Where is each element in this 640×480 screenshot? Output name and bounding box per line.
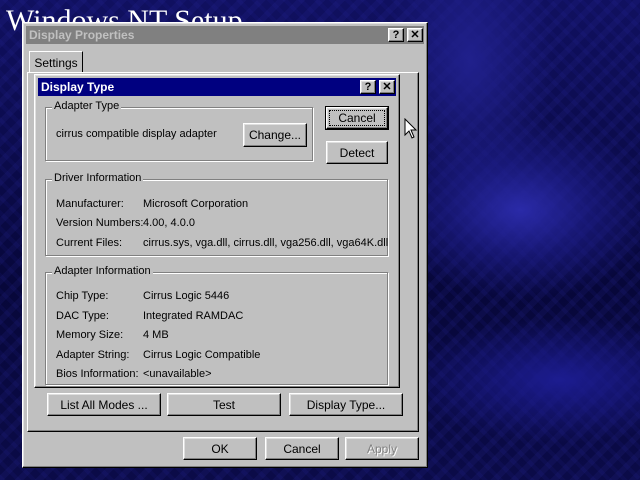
current-files-value: cirrus.sys, vga.dll, cirrus.dll, vga256.…	[143, 237, 389, 249]
cancel-dialog-label: Cancel	[329, 110, 385, 126]
dialog-title: Display Type	[41, 80, 115, 94]
chip-type-label: Chip Type:	[56, 290, 109, 302]
close-icon[interactable]: ✕	[379, 80, 395, 94]
display-type-label: Display Type...	[306, 397, 386, 412]
driver-information-group-label: Driver Information	[52, 172, 144, 184]
arrow-cursor-icon	[404, 118, 418, 139]
chip-type-value: Cirrus Logic 5446	[143, 290, 230, 302]
detect-button[interactable]: Detect	[326, 141, 388, 164]
cancel-button[interactable]: Cancel	[265, 437, 339, 460]
cancel-dialog-button[interactable]: Cancel	[325, 106, 389, 130]
dac-type-value: Integrated RAMDAC	[143, 310, 244, 322]
tab-settings[interactable]: Settings	[29, 51, 83, 73]
detect-label: Detect	[339, 145, 375, 160]
change-adapter-button[interactable]: Change...	[243, 123, 307, 147]
help-icon[interactable]: ?	[360, 80, 376, 94]
display-type-button[interactable]: Display Type...	[289, 393, 403, 416]
apply-label: Apply	[366, 441, 398, 456]
bios-information-value: <unavailable>	[143, 368, 212, 380]
cancel-label: Cancel	[283, 441, 321, 456]
manufacturer-value: Microsoft Corporation	[143, 198, 249, 210]
display-properties-titlebar[interactable]: Display Properties ? ✕	[26, 26, 424, 44]
version-numbers-value: 4.00, 4.0.0	[143, 217, 195, 229]
adapter-information-group: Adapter Information Chip Type: Cirrus Lo…	[45, 265, 388, 385]
test-button[interactable]: Test	[167, 393, 281, 416]
tab-label: Settings	[34, 55, 78, 70]
test-label: Test	[212, 397, 235, 412]
adapter-string-label: Adapter String:	[56, 349, 130, 361]
close-icon[interactable]: ✕	[407, 28, 423, 42]
adapter-information-group-label: Adapter Information	[52, 265, 153, 277]
help-icon[interactable]: ?	[388, 28, 404, 42]
display-type-dialog: Display Type ? ✕ Adapter Type cirrus com…	[34, 74, 400, 388]
display-type-titlebar[interactable]: Display Type ? ✕	[38, 78, 396, 96]
driver-information-group: Driver Information Manufacturer: Microso…	[45, 172, 389, 256]
list-all-modes-label: List All Modes ...	[60, 397, 148, 412]
adapter-string-value: Cirrus Logic Compatible	[143, 349, 261, 361]
bios-information-label: Bios Information:	[56, 368, 139, 380]
adapter-type-group: Adapter Type cirrus compatible display a…	[45, 100, 313, 161]
current-files-label: Current Files:	[56, 237, 123, 249]
window-title: Display Properties	[29, 28, 135, 42]
ok-button[interactable]: OK	[183, 437, 257, 460]
adapter-type-value: cirrus compatible display adapter	[56, 128, 217, 140]
list-all-modes-button[interactable]: List All Modes ...	[47, 393, 161, 416]
change-label: Change...	[248, 128, 302, 142]
memory-size-label: Memory Size:	[56, 329, 124, 341]
dac-type-label: DAC Type:	[56, 310, 109, 322]
version-numbers-label: Version Numbers:	[56, 217, 144, 229]
memory-size-value: 4 MB	[143, 329, 169, 341]
manufacturer-label: Manufacturer:	[56, 198, 124, 210]
ok-label: OK	[211, 441, 229, 456]
apply-button[interactable]: Apply	[345, 437, 419, 460]
adapter-type-group-label: Adapter Type	[52, 100, 122, 112]
